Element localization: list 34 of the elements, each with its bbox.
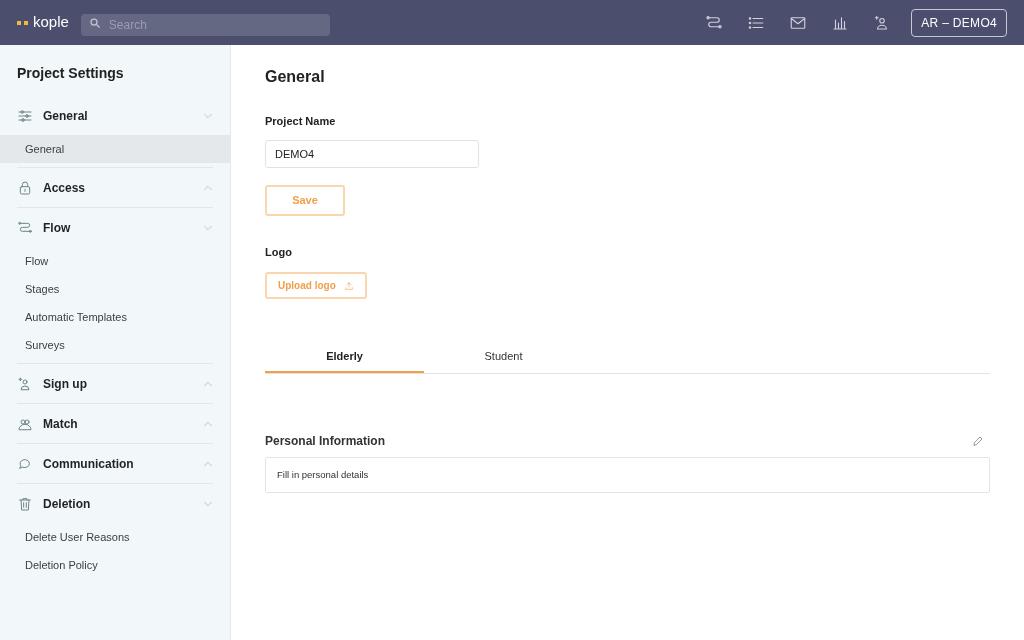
field-label: Logo xyxy=(265,244,293,260)
account-button[interactable]: AR – DEMO4 xyxy=(911,8,1007,37)
sidebar-section[interactable]: Match xyxy=(17,404,213,443)
sidebar-item[interactable]: Automatic Templates xyxy=(0,303,230,331)
sidebar-item[interactable]: Deletion Policy xyxy=(0,551,230,579)
sidebar-section[interactable]: Deletion xyxy=(17,484,213,523)
sidebar-item[interactable]: Surveys xyxy=(0,331,230,359)
section-title: Personal Information xyxy=(265,433,386,450)
sidebar-title: Project Settings xyxy=(17,64,125,83)
lock-icon xyxy=(17,179,33,196)
edit-button[interactable] xyxy=(972,435,984,447)
sidebar-section[interactable]: General xyxy=(17,96,213,135)
sidebar-item[interactable]: Stages xyxy=(0,275,230,303)
person-add-icon xyxy=(17,375,33,392)
flow-icon xyxy=(17,219,33,236)
upload-icon xyxy=(343,280,354,291)
sidebar-item[interactable]: Flow xyxy=(0,247,230,275)
sidebar-section[interactable]: Flow xyxy=(17,208,213,247)
tab[interactable]: Elderly xyxy=(265,342,424,373)
search-icon xyxy=(88,16,101,29)
tab[interactable]: Student xyxy=(424,342,583,373)
page-title: General xyxy=(265,67,326,87)
sidebar-section[interactable]: Sign up xyxy=(17,364,213,403)
sidebar-section[interactable]: Access xyxy=(17,168,213,207)
pencil-icon xyxy=(972,435,984,447)
sliders-icon xyxy=(17,107,33,124)
field-label: Project Name xyxy=(265,114,337,129)
kople-logo[interactable]: kople xyxy=(17,11,69,34)
sidebar-item[interactable]: Delete User Reasons xyxy=(0,523,230,551)
trash-icon xyxy=(17,495,33,512)
project-name-field[interactable]: DEMO4 xyxy=(265,139,479,168)
sidebar-section[interactable]: Communication xyxy=(17,444,213,483)
card-text: Fill in personal details xyxy=(277,467,369,482)
sidebar-item[interactable]: General xyxy=(0,135,230,163)
